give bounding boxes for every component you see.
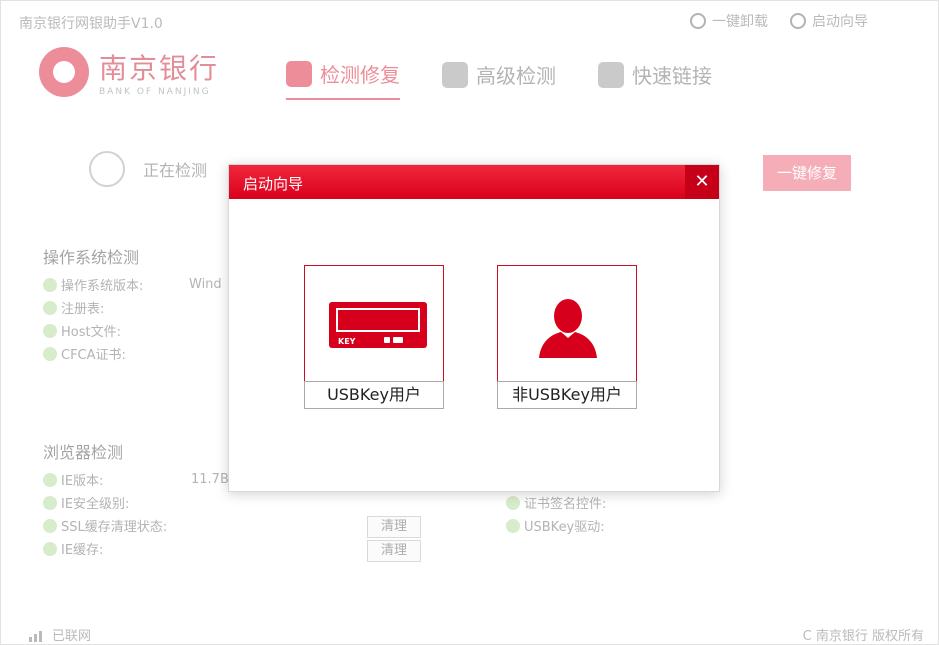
- list-item: 证书签名控件:: [506, 491, 606, 514]
- uninstall-label: 一键卸载: [712, 14, 768, 30]
- tab-quick-links[interactable]: 快速链接: [598, 59, 712, 100]
- check-icon: [43, 323, 57, 338]
- browser-right-items: 证书签名控件: USBKey驱动:: [506, 491, 606, 537]
- bank-logo-icon: [39, 47, 89, 97]
- list-item: Host文件:: [43, 319, 143, 342]
- clean-ie-cache-button[interactable]: 清理: [367, 540, 421, 562]
- check-icon: [43, 495, 57, 510]
- list-item: CFCA证书:: [43, 342, 143, 365]
- window-title: 南京银行网银助手V1.0: [19, 16, 163, 32]
- non-usbkey-user-option[interactable]: 非USBKey用户: [497, 265, 637, 409]
- check-icon: [43, 300, 57, 315]
- check-icon: [43, 277, 57, 292]
- close-icon[interactable]: ✕: [685, 165, 719, 199]
- item-label: IE缓存:: [61, 543, 104, 558]
- non-usbkey-user-label: 非USBKey用户: [497, 381, 637, 409]
- item-label: 注册表:: [61, 302, 105, 317]
- list-item: IE缓存:: [43, 537, 167, 560]
- check-icon: [506, 495, 520, 510]
- scan-status: 正在检测: [89, 151, 207, 187]
- logo-cn-text: 南京银行: [99, 52, 220, 85]
- repair-icon: [286, 60, 312, 87]
- scan-status-text: 正在检测: [143, 161, 208, 180]
- os-items: 操作系统版本: 注册表: Host文件: CFCA证书:: [43, 273, 143, 365]
- link-icon: [598, 61, 624, 88]
- bank-logo: 南京银行 BANK OF NANJING: [39, 47, 219, 97]
- tab-quick-links-label: 快速链接: [632, 64, 712, 88]
- network-status: 已联网: [29, 625, 91, 644]
- check-icon: [43, 472, 57, 487]
- browser-items: IE版本: IE安全级别: SSL缓存清理状态: IE缓存:: [43, 468, 167, 560]
- user-icon: [539, 299, 597, 358]
- clean-ssl-button[interactable]: 清理: [367, 516, 421, 538]
- check-icon: [506, 518, 520, 533]
- item-label: IE安全级别:: [61, 497, 130, 512]
- startup-guide-label: 启动向导: [812, 14, 868, 30]
- dialog-title: 启动向导: [243, 175, 304, 193]
- item-label: Host文件:: [61, 325, 121, 340]
- key-text: KEY: [338, 337, 356, 346]
- item-label: IE版本:: [61, 474, 104, 489]
- os-version-value: Wind: [189, 277, 222, 292]
- startup-guide-dialog: 启动向导 ✕ KEY USBKey用户 非USBKey用户: [228, 164, 720, 492]
- list-item: 操作系统版本:: [43, 273, 143, 296]
- check-icon: [43, 346, 57, 361]
- top-links: 一键卸载 启动向导: [690, 11, 868, 31]
- app-window: 南京银行网银助手V1.0 一键卸载 启动向导 南京银行 BANK OF NANJ…: [0, 0, 939, 645]
- dialog-header: 启动向导 ✕: [229, 165, 719, 199]
- copyright: C 南京银行 版权所有: [802, 629, 924, 644]
- one-click-repair-button[interactable]: 一键修复: [763, 155, 851, 191]
- item-label: USBKey驱动:: [524, 520, 605, 535]
- list-item: USBKey驱动:: [506, 514, 606, 537]
- tab-advanced-detect[interactable]: 高级检测: [442, 59, 556, 100]
- list-item: 注册表:: [43, 296, 143, 319]
- item-label: SSL缓存清理状态:: [61, 520, 168, 535]
- check-icon: [43, 541, 57, 556]
- shield-icon: [442, 61, 468, 88]
- browser-section-title: 浏览器检测: [43, 443, 124, 462]
- item-label: 证书签名控件:: [524, 497, 607, 512]
- logo-en-text: BANK OF NANJING: [99, 87, 211, 97]
- item-label: 操作系统版本:: [61, 279, 144, 294]
- ie-version-value: 11.7B: [191, 472, 229, 487]
- usbkey-icon: KEY: [329, 302, 427, 348]
- guide-icon: [790, 13, 806, 29]
- os-section-title: 操作系统检测: [43, 248, 140, 267]
- startup-guide-link[interactable]: 启动向导: [790, 11, 868, 31]
- list-item: IE版本:: [43, 468, 167, 491]
- item-label: CFCA证书:: [61, 348, 126, 363]
- usbkey-user-option[interactable]: KEY USBKey用户: [304, 265, 444, 409]
- check-icon: [43, 518, 57, 533]
- tab-advanced-detect-label: 高级检测: [476, 64, 556, 88]
- signal-icon: [29, 627, 44, 642]
- list-item: SSL缓存清理状态:: [43, 514, 167, 537]
- tab-detect-repair[interactable]: 检测修复: [286, 59, 400, 100]
- usbkey-user-label: USBKey用户: [304, 381, 444, 409]
- network-status-text: 已联网: [52, 629, 92, 644]
- tab-detect-repair-label: 检测修复: [320, 63, 400, 87]
- uninstall-icon: [690, 13, 706, 29]
- uninstall-link[interactable]: 一键卸载: [690, 11, 768, 31]
- loading-spinner-icon: [89, 151, 125, 187]
- main-nav: 检测修复 高级检测 快速链接: [286, 59, 712, 100]
- list-item: IE安全级别:: [43, 491, 167, 514]
